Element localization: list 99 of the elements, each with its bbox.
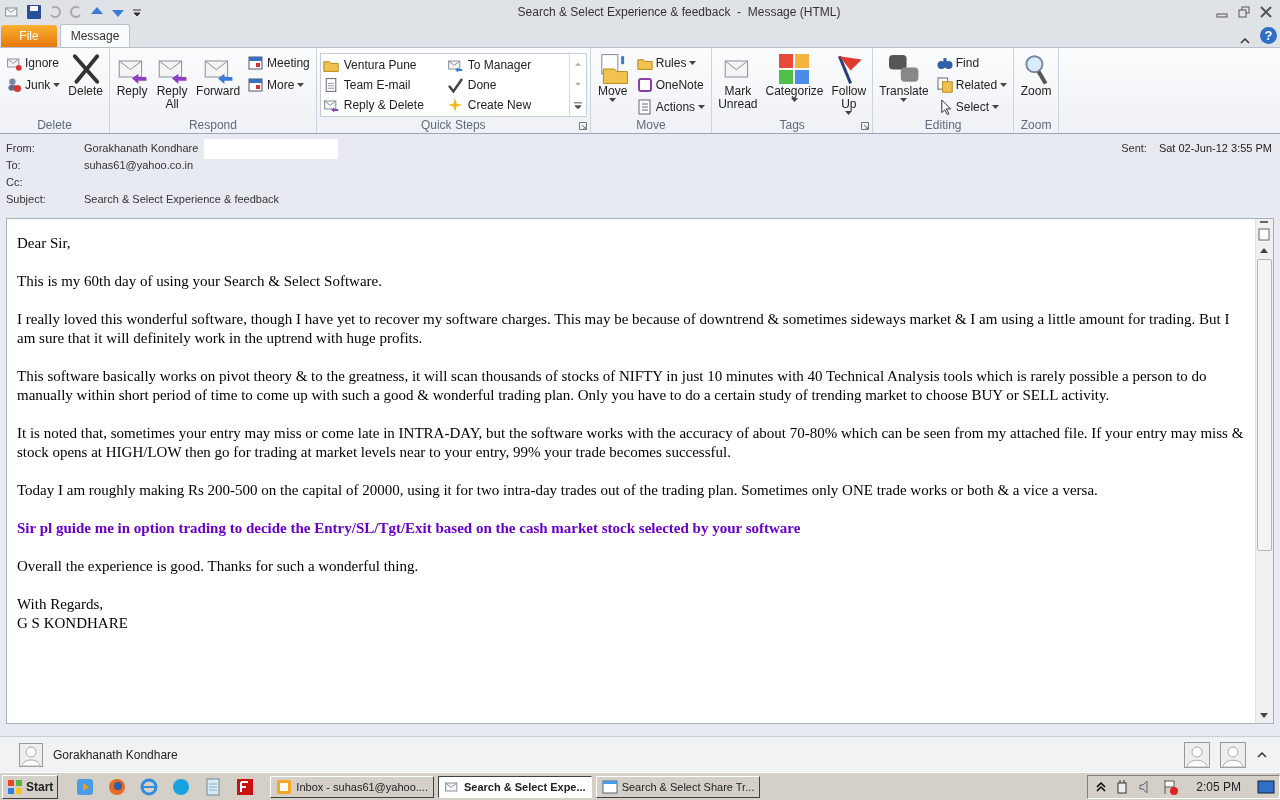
app-icon	[276, 778, 293, 795]
ribbon-button[interactable]: Forward	[193, 50, 244, 100]
ribbon-button[interactable]: Zoom	[1017, 50, 1056, 100]
ribbon-button[interactable]: Translate	[876, 50, 932, 104]
color-squares-icon	[778, 52, 811, 85]
quick-step[interactable]: Create New	[446, 94, 567, 115]
caret-icon	[297, 82, 305, 87]
body-text: G S KONDHARE	[17, 613, 129, 633]
ribbon-button[interactable]: Actions	[633, 96, 709, 117]
speech-bubbles-icon	[887, 52, 920, 85]
avatar-icon	[19, 742, 43, 767]
sender-name: Gorakhanath Kondhare	[84, 141, 199, 154]
ribbon-button[interactable]: More	[245, 74, 313, 95]
group-label: Editing	[924, 117, 962, 132]
avatar-icon	[1184, 741, 1210, 768]
body-text: Sir pl guide me in option trading to decide the Entry/SL/Tgt/Exit based on the cash market stock selected by your software	[17, 518, 802, 538]
group-label: Respond	[188, 117, 237, 132]
window-title: Search & Select Experience & feedback - Message (HTML)	[516, 4, 842, 19]
ribbon-button[interactable]: Related	[933, 74, 1011, 95]
flag-error-icon[interactable]	[1162, 778, 1179, 795]
ribbon-button[interactable]: Select	[933, 96, 1011, 117]
show-desktop-icon[interactable]	[1257, 778, 1275, 795]
split-icon[interactable]	[1256, 218, 1272, 243]
field-label: From:	[6, 141, 36, 156]
caret-icon	[53, 82, 61, 87]
window-icon	[601, 778, 618, 795]
calendar-icon	[248, 76, 265, 93]
field-label: Sent:	[1121, 141, 1147, 156]
field-label: Subject:	[6, 192, 47, 207]
field-label: To:	[6, 158, 22, 173]
documents-icon	[936, 76, 953, 93]
caret-icon	[900, 97, 908, 102]
group-label: Delete	[37, 117, 72, 132]
caret-icon	[1000, 82, 1008, 87]
body-text: I really loved this wonderful software, though I have yet to recover my software charges. This may be because of downtrend & sometimes sideways market & I am using a little amount for trading. But I am sure that it will definitely work in the uptrend with huge profits.	[17, 309, 1231, 348]
scroll-thumb[interactable]	[1257, 258, 1272, 551]
avatar-icon	[1220, 741, 1246, 768]
recipient-address: suhas61@yahoo.co.in	[84, 158, 194, 171]
calendar-icon	[248, 54, 265, 71]
body-text: This software basically works on pivot theory & to the greatness, it will scan thousands of stocks of NIFTY in just 10 minutes with 40 Technical Analysis tools which is rarely possible a person to do manually within short period of time to come up with such a good & wonderful trading plan. Only you have to do a certain study of trending market to choose BUY or SELL activity.	[17, 366, 1208, 405]
ribbon-button[interactable]: Reply All	[153, 50, 192, 113]
ribbon-button[interactable]: Rules	[633, 52, 709, 73]
subject-text: Search & Select Experience & feedback	[84, 192, 280, 205]
globe-icon[interactable]	[140, 777, 159, 796]
clock: 2:05 PM	[1195, 779, 1242, 794]
group-label: Tags	[779, 117, 805, 132]
quick-step[interactable]: Reply & Delete	[322, 94, 443, 115]
sent-date: Sat 02-Jun-12 3:55 PM	[1158, 141, 1272, 156]
ribbon-button[interactable]: Delete	[65, 50, 107, 100]
ribbon-button[interactable]: Meeting	[245, 52, 313, 73]
dialog-launcher-icon[interactable]	[578, 121, 587, 130]
body-text: Today I am roughly making Rs 200-500 on the capital of 20000, using it for two intra-day trades out of the trading plan. Sometimes only ONE trade works or both & a vice a versa.	[17, 480, 1099, 500]
caret-icon	[992, 104, 1000, 109]
help-button[interactable]: ?	[1260, 26, 1277, 44]
body-text: Overall the experience is good. Thanks for such a wonderful thing.	[17, 556, 420, 576]
taskbar-button[interactable]: Search & Select Expe...	[438, 775, 592, 798]
quick-step[interactable]: Team E-mail	[322, 74, 443, 95]
field-label: Cc:	[6, 175, 24, 190]
ribbon-button[interactable]: Find	[933, 52, 1011, 73]
scrollbar[interactable]	[1255, 218, 1273, 723]
ribbon-button[interactable]: Follow Up	[828, 50, 870, 117]
ftp-client-icon[interactable]	[236, 777, 255, 796]
taskbar-button[interactable]: Inbox - suhas61@yahoo....	[270, 775, 434, 798]
quick-step[interactable]: To Manager	[446, 54, 567, 75]
restore-icon[interactable]	[1238, 5, 1250, 18]
group-label: Zoom	[1020, 117, 1052, 132]
group-label: Move	[636, 117, 666, 132]
ribbon-button[interactable]: OneNote	[633, 74, 709, 95]
quick-step[interactable]: Done	[446, 74, 567, 95]
list-icon	[636, 98, 653, 115]
notebook-icon	[636, 76, 653, 93]
caret-icon	[689, 60, 697, 65]
body-text: It is noted that, sometimes your entry may miss or come late in INTRA-DAY, but the software works with the accuracy of about 70-80% which can be seen from my attached file. If your entry may miss & stock opens at HIGH/LOW then go for trading at market levels near to your entry, 99% your trade becomes successful.	[17, 423, 1245, 462]
browser-icon[interactable]	[108, 777, 127, 796]
expand-tray-icon[interactable]	[1096, 780, 1107, 793]
ribbon-tab[interactable]: Message	[60, 23, 130, 47]
taskbar-button[interactable]: Search & Select Share Tr...	[595, 775, 761, 798]
windows-logo-icon	[7, 778, 23, 795]
quick-step[interactable]: Ventura Pune	[322, 54, 443, 75]
body-text: This is my 60th day of using your Search & Select Software.	[17, 271, 383, 291]
ribbon-button[interactable]: Mark Unread	[715, 50, 761, 113]
caret-icon	[609, 97, 617, 102]
caret-icon	[845, 110, 853, 115]
ribbon-button[interactable]: Junk	[3, 74, 64, 95]
contact-name: Gorakhanath Kondhare	[53, 747, 179, 762]
ribbon-button[interactable]: Categorize	[762, 50, 827, 104]
group-label: Quick Steps	[420, 117, 486, 132]
blocked-person-icon	[6, 76, 22, 93]
caret-icon	[698, 104, 706, 109]
caret-icon	[791, 97, 798, 102]
checkmark-icon	[446, 76, 463, 93]
body-text: Dear Sir,	[17, 233, 72, 253]
ribbon-button[interactable]: Ignore	[3, 52, 64, 73]
dialog-launcher-icon[interactable]	[861, 121, 870, 130]
start-button[interactable]: Start	[2, 774, 59, 799]
ribbon-button[interactable]: Reply	[113, 50, 152, 100]
close-icon[interactable]	[1260, 5, 1272, 18]
ribbon-button[interactable]: Move	[593, 50, 632, 104]
body-text: With Regards,	[17, 594, 105, 614]
